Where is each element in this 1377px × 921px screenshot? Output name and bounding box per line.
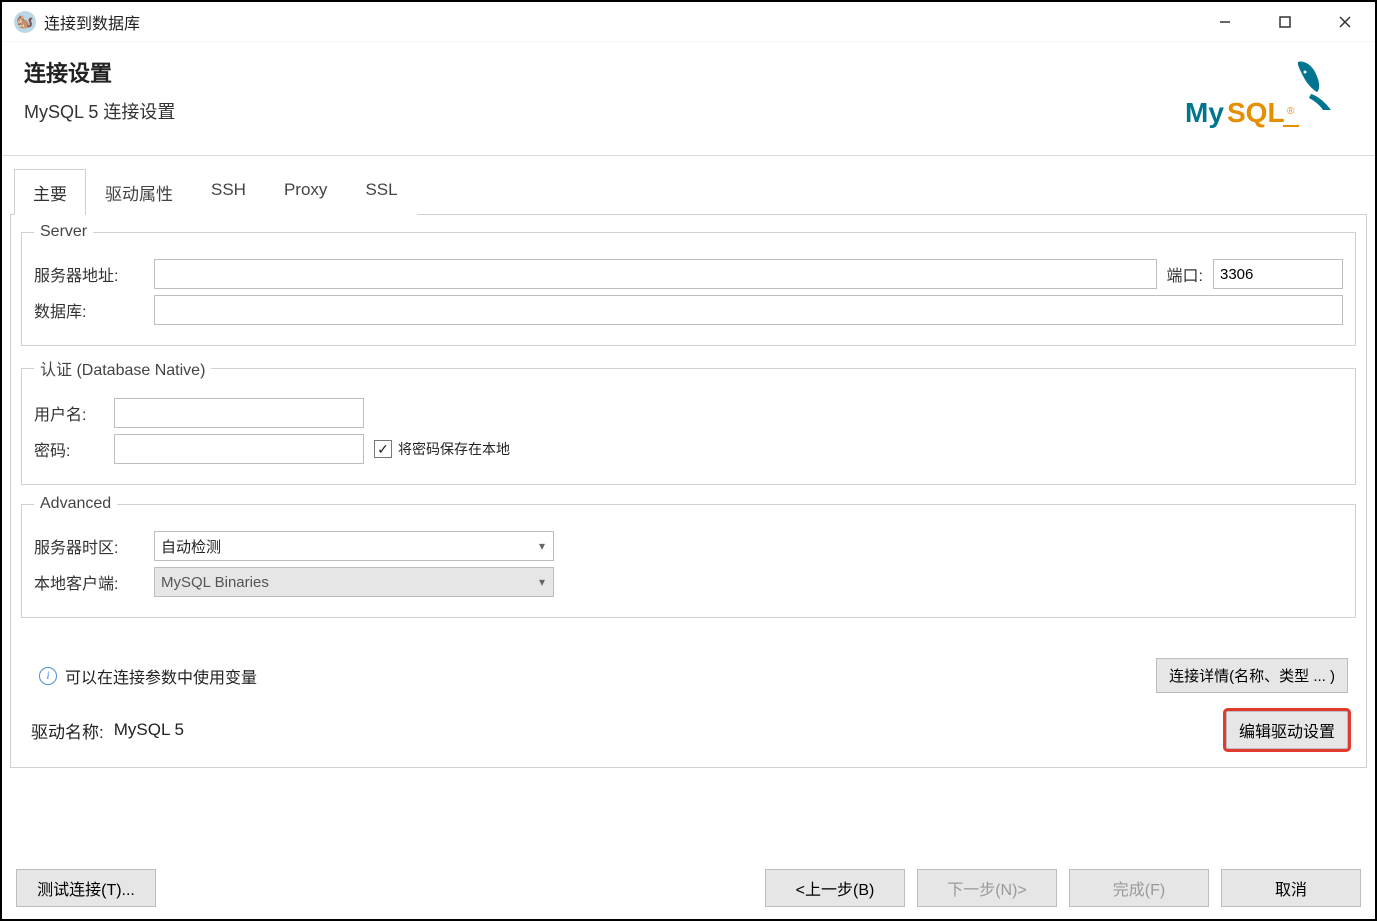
svg-text:SQL: SQL [1227, 97, 1285, 128]
title-bar: 🐿️ 连接到数据库 [2, 2, 1375, 42]
advanced-fieldset: Advanced 服务器时区: 自动检测 ▾ 本地客户端: MySQL Bina… [21, 495, 1356, 618]
local-client-value: MySQL Binaries [161, 574, 269, 591]
save-password-checkbox[interactable]: ✓ 将密码保存在本地 [374, 439, 510, 459]
svg-text:®: ® [1287, 106, 1295, 117]
app-icon: 🐿️ [14, 11, 36, 33]
checkbox-icon: ✓ [374, 440, 392, 458]
back-button[interactable]: <上一步(B) [765, 869, 905, 907]
timezone-value: 自动检测 [161, 536, 221, 557]
connection-details-button[interactable]: 连接详情(名称、类型 ... ) [1156, 658, 1348, 693]
cancel-button[interactable]: 取消 [1221, 869, 1361, 907]
password-input[interactable] [114, 434, 364, 464]
timezone-select[interactable]: 自动检测 ▾ [154, 531, 554, 561]
tab-main[interactable]: 主要 [14, 169, 86, 215]
page-subtitle: MySQL 5 连接设置 [24, 98, 175, 124]
server-fieldset: Server 服务器地址: 端口: 数据库: [21, 223, 1356, 346]
tab-ssl[interactable]: SSL [346, 169, 416, 215]
close-button[interactable] [1315, 2, 1375, 42]
host-input[interactable] [154, 259, 1157, 289]
password-label: 密码: [34, 437, 104, 461]
tab-driver-properties[interactable]: 驱动属性 [86, 169, 192, 215]
local-client-select[interactable]: MySQL Binaries ▾ [154, 567, 554, 597]
host-label: 服务器地址: [34, 262, 144, 286]
auth-legend: 认证 (Database Native) [34, 356, 211, 380]
driver-row: 驱动名称: MySQL 5 编辑驱动设置 [31, 711, 1348, 749]
username-label: 用户名: [34, 401, 104, 425]
save-password-label: 将密码保存在本地 [398, 439, 510, 459]
chevron-down-icon: ▾ [539, 539, 545, 553]
svg-text:My: My [1185, 97, 1224, 128]
maximize-button[interactable] [1255, 2, 1315, 42]
auth-fieldset: 认证 (Database Native) 用户名: 密码: ✓ 将密码保存在本地 [21, 356, 1356, 485]
driver-name-label: 驱动名称: [31, 718, 104, 743]
edit-driver-settings-button[interactable]: 编辑驱动设置 [1226, 711, 1348, 749]
server-legend: Server [34, 223, 93, 241]
database-label: 数据库: [34, 298, 144, 322]
footer: 测试连接(T)... <上一步(B) 下一步(N)> 完成(F) 取消 [16, 869, 1361, 907]
next-button[interactable]: 下一步(N)> [917, 869, 1057, 907]
tab-content: Server 服务器地址: 端口: 数据库: 认证 (Database Nati… [10, 214, 1367, 768]
finish-button[interactable]: 完成(F) [1069, 869, 1209, 907]
info-icon: i [39, 667, 57, 685]
header: 连接设置 MySQL 5 连接设置 My SQL ® [2, 42, 1375, 156]
tab-proxy[interactable]: Proxy [265, 169, 346, 215]
local-client-label: 本地客户端: [34, 570, 144, 594]
chevron-down-icon: ▾ [539, 575, 545, 589]
variables-hint: 可以在连接参数中使用变量 [65, 664, 257, 688]
username-input[interactable] [114, 398, 364, 428]
timezone-label: 服务器时区: [34, 534, 144, 558]
test-connection-button[interactable]: 测试连接(T)... [16, 869, 156, 907]
minimize-button[interactable] [1195, 2, 1255, 42]
advanced-legend: Advanced [34, 495, 117, 513]
window-controls [1195, 2, 1375, 42]
mysql-logo-icon: My SQL ® [1183, 54, 1333, 137]
port-input[interactable] [1213, 259, 1343, 289]
window-title: 连接到数据库 [44, 10, 140, 34]
tabs: 主要 驱动属性 SSH Proxy SSL [14, 168, 1367, 214]
driver-name-value: MySQL 5 [114, 720, 184, 740]
database-input[interactable] [154, 295, 1343, 325]
port-label: 端口: [1167, 262, 1203, 286]
info-row: i 可以在连接参数中使用变量 连接详情(名称、类型 ... ) [39, 658, 1348, 693]
tab-ssh[interactable]: SSH [192, 169, 265, 215]
page-title: 连接设置 [24, 56, 175, 88]
